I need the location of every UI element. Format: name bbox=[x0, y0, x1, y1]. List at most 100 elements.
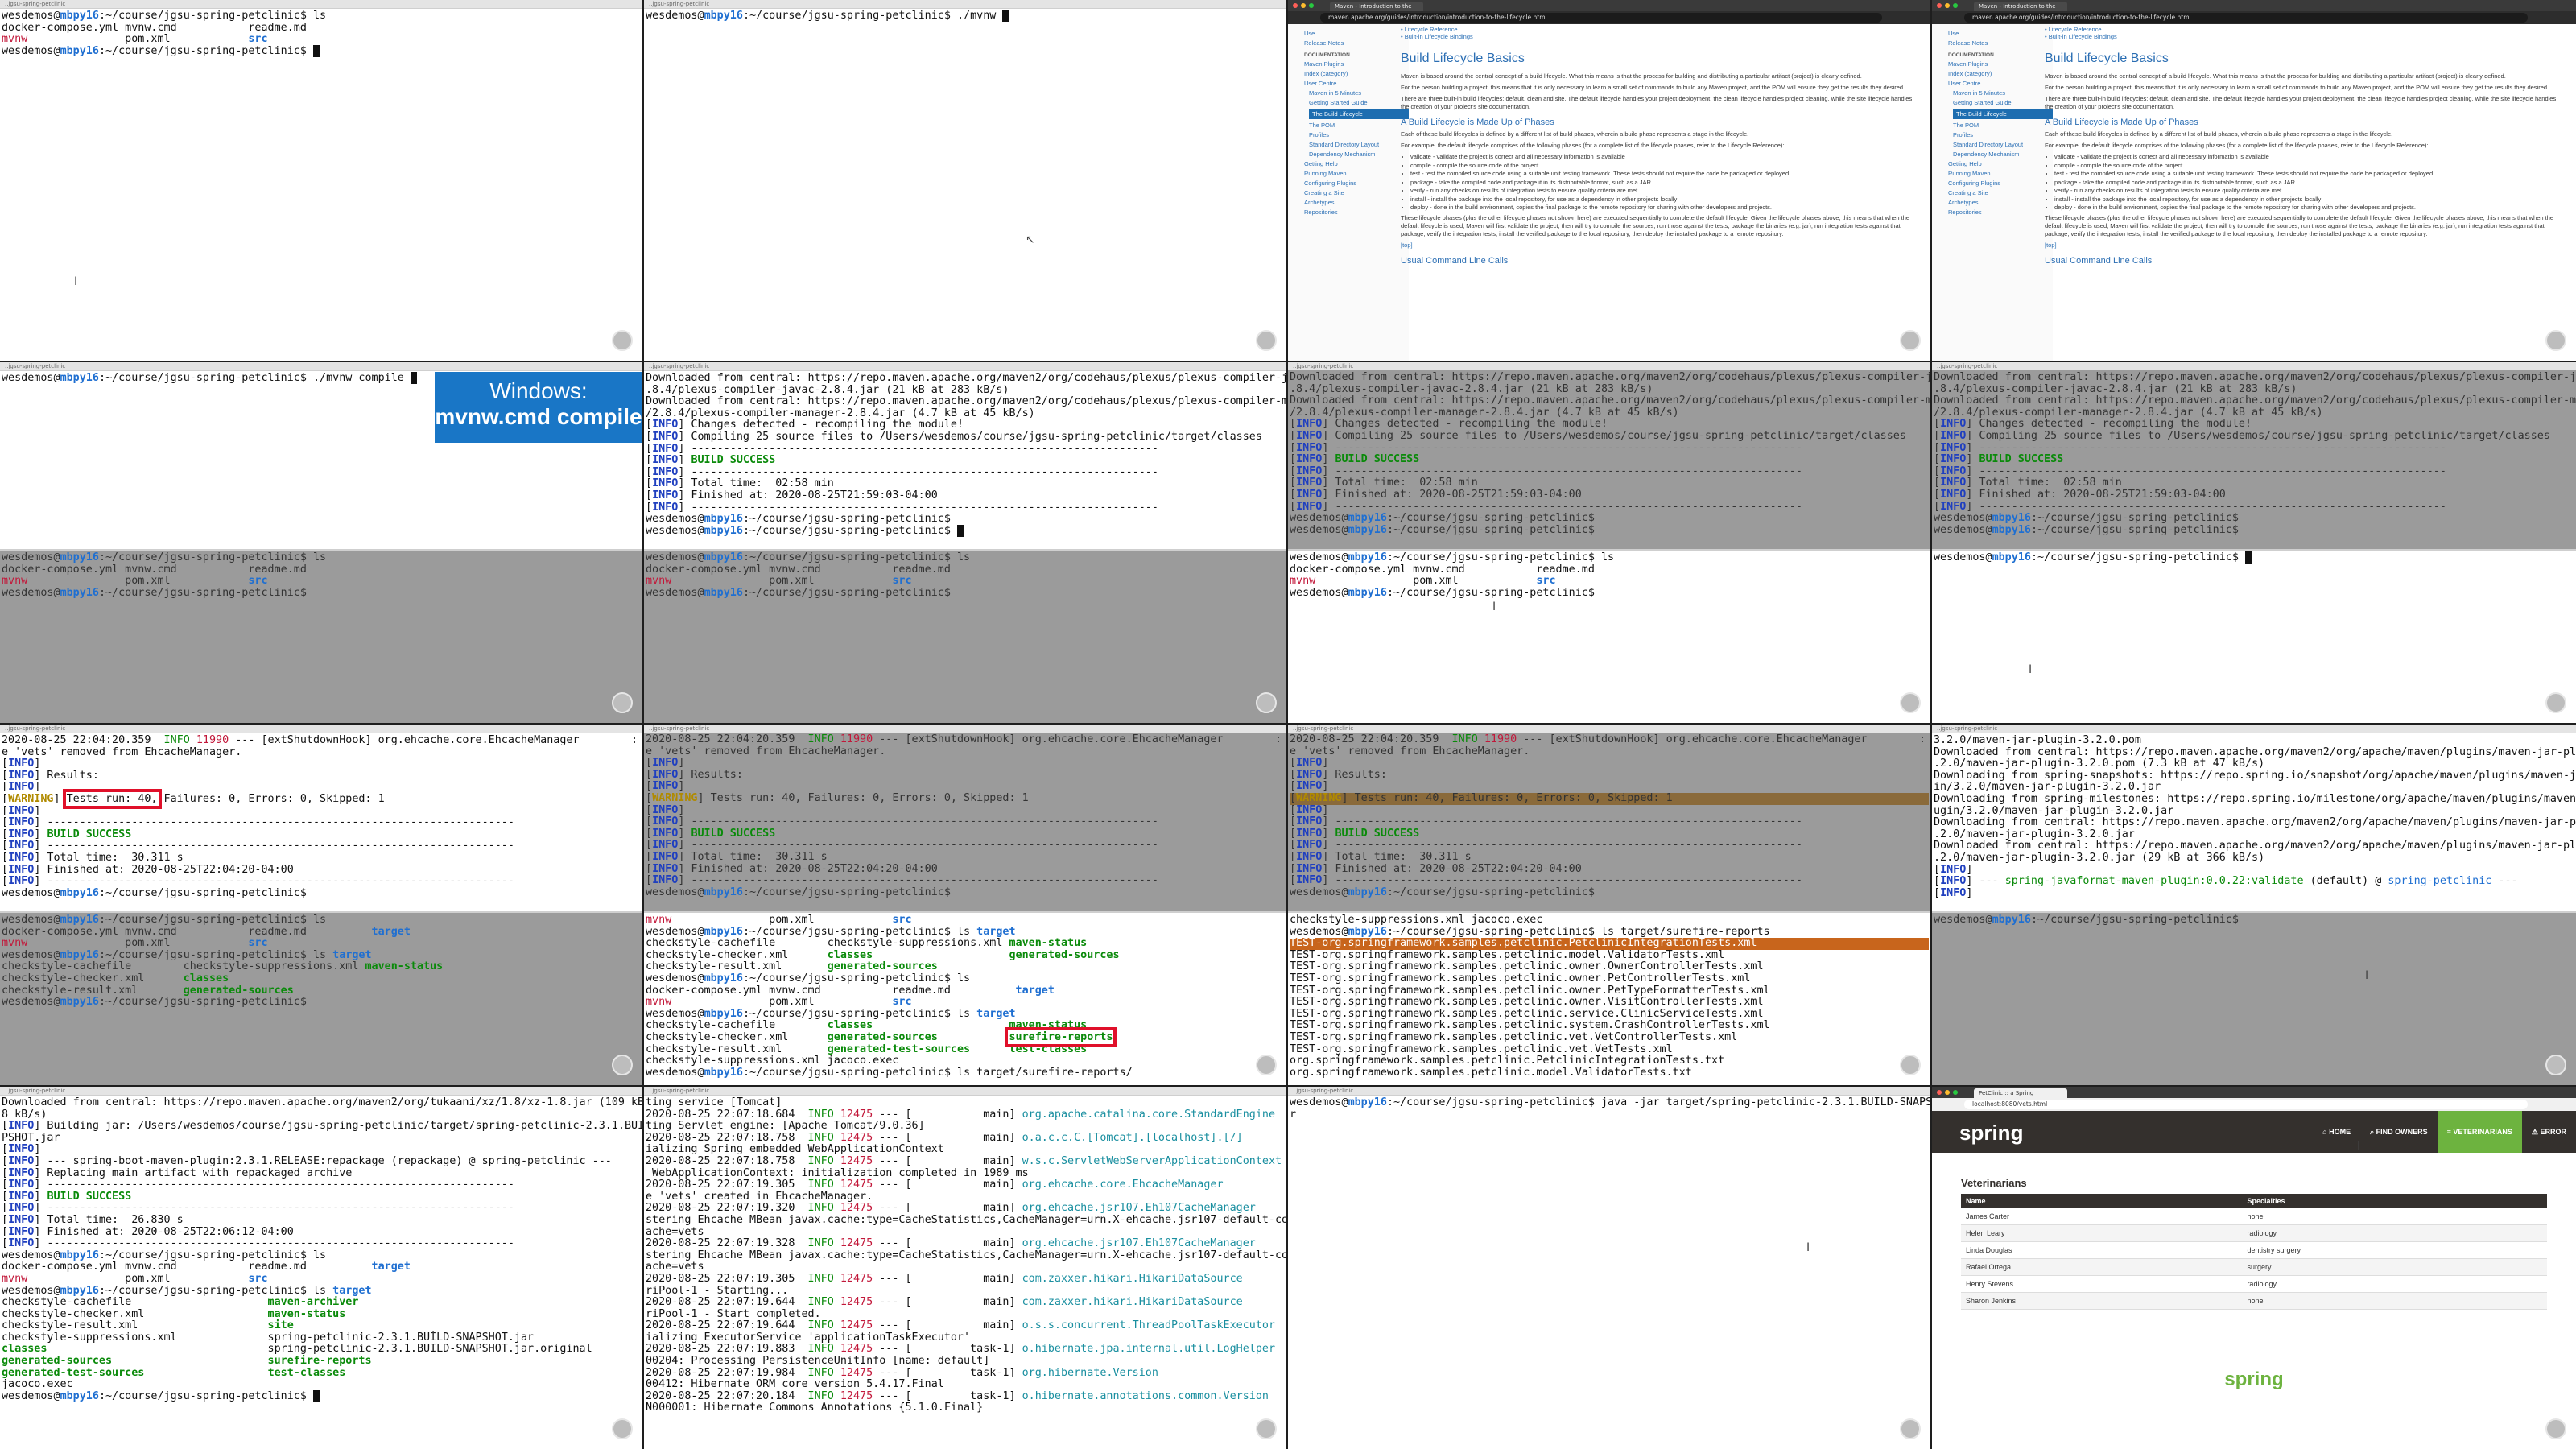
sidebar-item-active[interactable]: The Build Lifecycle bbox=[1309, 109, 1409, 119]
terminal-panel-compile-result-dim-2[interactable]: ..jgsu-spring-petclinic Downloaded from … bbox=[1932, 362, 2576, 723]
inactive-pane[interactable]: wesdemos@mbpy16:~/course/jgsu-spring-pet… bbox=[1932, 913, 2576, 1085]
browser-maven-lifecycle-2[interactable]: Maven - Introduction to the Bu... maven.… bbox=[1932, 0, 2576, 361]
browser-tab[interactable]: Maven - Introduction to the Bu... bbox=[1974, 2, 2067, 19]
sidebar-item[interactable]: Index (category) bbox=[1948, 70, 2053, 77]
minimize-window-icon[interactable] bbox=[1301, 3, 1306, 8]
sidebar-item[interactable]: Dependency Mechanism bbox=[1309, 151, 1409, 158]
inactive-pane[interactable]: wesdemos@mbpy16:~/course/jgsu-spring-pet… bbox=[644, 551, 1286, 723]
webcam-icon bbox=[1900, 1418, 1921, 1439]
sidebar-item[interactable]: Archetypes bbox=[1948, 199, 2053, 206]
minimize-window-icon[interactable] bbox=[1945, 1090, 1950, 1095]
inactive-pane[interactable]: Downloaded from central: https://repo.ma… bbox=[1288, 370, 1930, 549]
sidebar-item[interactable]: Standard Directory Layout bbox=[1953, 141, 2053, 148]
sidebar-item[interactable]: Archetypes bbox=[1304, 199, 1409, 206]
active-pane[interactable]: mvnw pom.xml src wesdemos@mbpy16:~/cours… bbox=[644, 913, 1286, 1085]
top-link[interactable]: [top] bbox=[1401, 242, 1914, 250]
terminal-panel-test-results[interactable]: ..jgsu-spring-petclinic 2020-08-25 22:04… bbox=[0, 724, 642, 1085]
sidebar-item[interactable]: Maven in 5 Minutes bbox=[1953, 89, 2053, 97]
sidebar-item[interactable]: The POM bbox=[1953, 122, 2053, 129]
browser-tab[interactable]: PetClinic :: a Spring Framework... bbox=[1974, 1088, 2067, 1106]
sidebar-item[interactable]: Getting Help bbox=[1948, 160, 2053, 167]
maven-sidebar: Use Release Notes DOCUMENTATION Maven Pl… bbox=[1288, 24, 1409, 361]
sidebar-item[interactable]: The POM bbox=[1309, 122, 1409, 129]
nav-home[interactable]: ⌂ HOME bbox=[2313, 1111, 2360, 1153]
inactive-pane[interactable]: 2020-08-25 22:04:20.359 INFO 11990 --- [… bbox=[644, 733, 1286, 911]
active-pane[interactable]: wesdemos@mbpy16:~/course/jgsu-spring-pet… bbox=[1932, 551, 2576, 723]
close-window-icon[interactable] bbox=[1937, 1090, 1942, 1095]
sidebar-item[interactable]: Profiles bbox=[1953, 131, 2053, 138]
terminal-panel-compile-cmd[interactable]: ..jgsu-spring-petclinic wesdemos@mbpy16:… bbox=[0, 362, 642, 723]
top-link[interactable]: • Built-in Lifecycle Bindings bbox=[1401, 33, 1914, 40]
text-cursor-icon: I bbox=[2365, 969, 2369, 982]
nav-error[interactable]: ⚠ ERROR bbox=[2522, 1111, 2576, 1153]
sidebar-link[interactable]: Use bbox=[1948, 30, 2053, 37]
list-item: deploy - done in the build environment, … bbox=[2054, 204, 2560, 211]
callout-title: Windows: bbox=[489, 378, 588, 403]
url-field[interactable]: localhost:8080/vets.html bbox=[1964, 1100, 2528, 1109]
terminal-panel-package[interactable]: ..jgsu-spring-petclinic 3.2.0/maven-jar-… bbox=[1932, 724, 2576, 1085]
sidebar-item-active[interactable]: The Build Lifecycle bbox=[1953, 109, 2053, 119]
close-window-icon[interactable] bbox=[1293, 3, 1298, 8]
terminal-panel-compile-result-dim[interactable]: ..jgsu-spring-petclinic Downloaded from … bbox=[1288, 362, 1930, 723]
sidebar-item[interactable]: Configuring Plugins bbox=[1948, 180, 2053, 187]
sidebar-link[interactable]: Release Notes bbox=[1304, 39, 1409, 47]
top-link[interactable]: [top] bbox=[2045, 242, 2560, 250]
sidebar-item[interactable]: Getting Help bbox=[1304, 160, 1409, 167]
sidebar-item[interactable]: Running Maven bbox=[1304, 170, 1409, 177]
inactive-pane[interactable]: Downloaded from central: https://repo.ma… bbox=[1932, 370, 2576, 549]
top-link[interactable]: • Lifecycle Reference bbox=[2045, 26, 2560, 33]
nav-veterinarians[interactable]: ≡ VETERINARIANS bbox=[2437, 1111, 2522, 1153]
sidebar-item[interactable]: Maven in 5 Minutes bbox=[1309, 89, 1409, 97]
terminal-panel-java-jar[interactable]: ..jgsu-spring-petclinic wesdemos@mbpy16:… bbox=[1288, 1087, 1930, 1449]
sidebar-item[interactable]: Getting Started Guide bbox=[1953, 99, 2053, 106]
close-window-icon[interactable] bbox=[1937, 3, 1942, 8]
maximize-window-icon[interactable] bbox=[1953, 1090, 1958, 1095]
inactive-pane[interactable]: 2020-08-25 22:04:20.359 INFO 11990 --- [… bbox=[1288, 733, 1930, 911]
url-field[interactable]: maven.apache.org/guides/introduction/int… bbox=[1320, 13, 1882, 23]
terminal-panel-target-listing[interactable]: ..jgsu-spring-petclinic 2020-08-25 22:04… bbox=[644, 724, 1286, 1085]
terminal-panel-compile-result[interactable]: ..jgsu-spring-petclinic Downloaded from … bbox=[644, 362, 1286, 723]
address-bar[interactable]: maven.apache.org/guides/introduction/int… bbox=[1288, 11, 1930, 24]
sidebar-item[interactable]: Profiles bbox=[1309, 131, 1409, 138]
sidebar-link[interactable]: Use bbox=[1304, 30, 1409, 37]
url-field[interactable]: maven.apache.org/guides/introduction/int… bbox=[1964, 13, 2528, 23]
minimize-window-icon[interactable] bbox=[1945, 3, 1950, 8]
sidebar-item[interactable]: Running Maven bbox=[1948, 170, 2053, 177]
sidebar-item[interactable]: User Centre bbox=[1948, 80, 2053, 87]
sidebar-item[interactable]: Repositories bbox=[1304, 208, 1409, 216]
top-link[interactable]: • Built-in Lifecycle Bindings bbox=[2045, 33, 2560, 40]
terminal-panel-app-running[interactable]: ..jgsu-spring-petclinic ting service [To… bbox=[644, 1087, 1286, 1449]
sidebar-header: DOCUMENTATION bbox=[1948, 52, 1994, 58]
browser-petclinic-vets[interactable]: PetClinic :: a Spring Framework... local… bbox=[1932, 1087, 2576, 1449]
sidebar-item[interactable]: Maven Plugins bbox=[1948, 60, 2053, 68]
table-row: James Carter none bbox=[1961, 1208, 2547, 1225]
sidebar-item[interactable]: Repositories bbox=[1948, 208, 2053, 216]
sidebar-item[interactable]: Standard Directory Layout bbox=[1309, 141, 1409, 148]
address-bar[interactable]: maven.apache.org/guides/introduction/int… bbox=[1932, 11, 2576, 24]
nav-find-owners[interactable]: ⌕ FIND OWNERS bbox=[2360, 1111, 2438, 1153]
browser-maven-lifecycle-1[interactable]: Maven - Introduction to the Bu... maven.… bbox=[1288, 0, 1930, 361]
spring-logo[interactable]: spring bbox=[1959, 1121, 2023, 1146]
address-bar[interactable]: localhost:8080/vets.html bbox=[1932, 1098, 2576, 1111]
sidebar-item[interactable]: Dependency Mechanism bbox=[1953, 151, 2053, 158]
terminal-panel-mvnw[interactable]: ..jgsu-spring-petclinic wesdemos@mbpy16:… bbox=[644, 0, 1286, 361]
top-link[interactable]: • Lifecycle Reference bbox=[1401, 26, 1914, 33]
sidebar-item[interactable]: Getting Started Guide bbox=[1309, 99, 1409, 106]
terminal-panel-ls[interactable]: ..jgsu-spring-petclinic wesdemos@mbpy16:… bbox=[0, 0, 642, 361]
sidebar-item[interactable]: Configuring Plugins bbox=[1304, 180, 1409, 187]
sidebar-link[interactable]: Release Notes bbox=[1948, 39, 2053, 47]
active-pane[interactable]: checkstyle-suppressions.xml jacoco.exec … bbox=[1288, 913, 1930, 1085]
sidebar-item[interactable]: Creating a Site bbox=[1948, 189, 2053, 196]
sidebar-item[interactable]: Maven Plugins bbox=[1304, 60, 1409, 68]
inactive-pane[interactable]: wesdemos@mbpy16:~/course/jgsu-spring-pet… bbox=[0, 913, 642, 1085]
sidebar-item[interactable]: User Centre bbox=[1304, 80, 1409, 87]
terminal-panel-repackage[interactable]: ..jgsu-spring-petclinic Downloaded from … bbox=[0, 1087, 642, 1449]
active-pane[interactable]: wesdemos@mbpy16:~/course/jgsu-spring-pet… bbox=[1288, 551, 1930, 723]
maximize-window-icon[interactable] bbox=[1309, 3, 1314, 8]
sidebar-item[interactable]: Index (category) bbox=[1304, 70, 1409, 77]
inactive-pane[interactable]: wesdemos@mbpy16:~/course/jgsu-spring-pet… bbox=[0, 551, 642, 723]
browser-tab[interactable]: Maven - Introduction to the Bu... bbox=[1330, 2, 1423, 19]
terminal-panel-surefire-reports[interactable]: ..jgsu-spring-petclinic 2020-08-25 22:04… bbox=[1288, 724, 1930, 1085]
maximize-window-icon[interactable] bbox=[1953, 3, 1958, 8]
sidebar-item[interactable]: Creating a Site bbox=[1304, 189, 1409, 196]
